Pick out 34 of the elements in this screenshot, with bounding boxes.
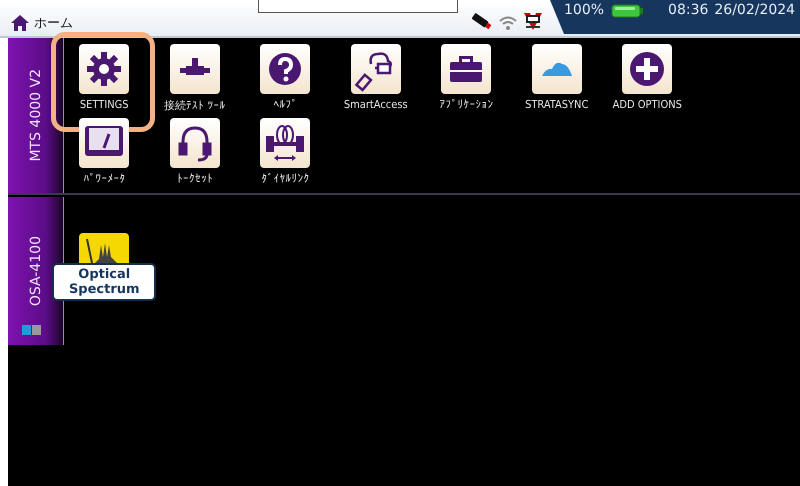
plus-icon[interactable]: [622, 44, 672, 94]
usb-stick-icon: [470, 11, 494, 31]
app-label[interactable]: ﾍﾙﾌﾟ: [273, 98, 298, 111]
app-label[interactable]: SmartAccess: [344, 98, 408, 111]
pipe-joint-icon[interactable]: [170, 44, 220, 94]
home-title: ホーム: [34, 15, 73, 32]
app-label[interactable]: ﾀﾞｲﾔﾙﾘﾝｸ: [261, 172, 310, 185]
module-tab[interactable]: OSA-4100: [8, 197, 64, 345]
battery-icon: [610, 3, 644, 19]
gear-icon[interactable]: [79, 44, 130, 94]
remote-cloud-icon[interactable]: [350, 44, 401, 94]
fiber-coil-icon[interactable]: [260, 118, 310, 168]
date-text: 26/02/2024: [714, 2, 796, 18]
battery-percent: 100%: [564, 2, 604, 18]
app-label[interactable]: STRATASYNC: [525, 98, 588, 111]
app-label[interactable]: SETTINGS: [80, 98, 129, 111]
wifi-icon: [498, 15, 518, 31]
home-icon[interactable]: [10, 14, 30, 32]
headset-icon[interactable]: [170, 118, 220, 168]
app-label[interactable]: ｱﾌﾟﾘｹｰｼｮﾝ: [439, 98, 494, 111]
remote-control-icon: [522, 11, 544, 31]
module-tab[interactable]: MTS 4000 V2: [8, 38, 64, 193]
toolbox-icon[interactable]: [441, 44, 492, 94]
app-label[interactable]: Optical Spectrum: [52, 263, 156, 301]
clock-time: 08:36: [668, 2, 708, 18]
app-label[interactable]: ﾊﾟﾜｰﾒｰﾀ: [83, 172, 126, 185]
module-status-icon: [22, 325, 42, 335]
app-label[interactable]: ADD OPTIONS: [612, 98, 682, 111]
gauge-icon[interactable]: [79, 118, 130, 168]
spectrum-icon[interactable]: [79, 233, 130, 263]
help-icon[interactable]: [260, 44, 310, 94]
cloud-icon[interactable]: [532, 44, 582, 94]
app-label[interactable]: 接続ﾃｽﾄ ﾂｰﾙ: [164, 98, 226, 113]
app-label[interactable]: ﾄｰｸｾｯﾄ: [176, 172, 213, 185]
